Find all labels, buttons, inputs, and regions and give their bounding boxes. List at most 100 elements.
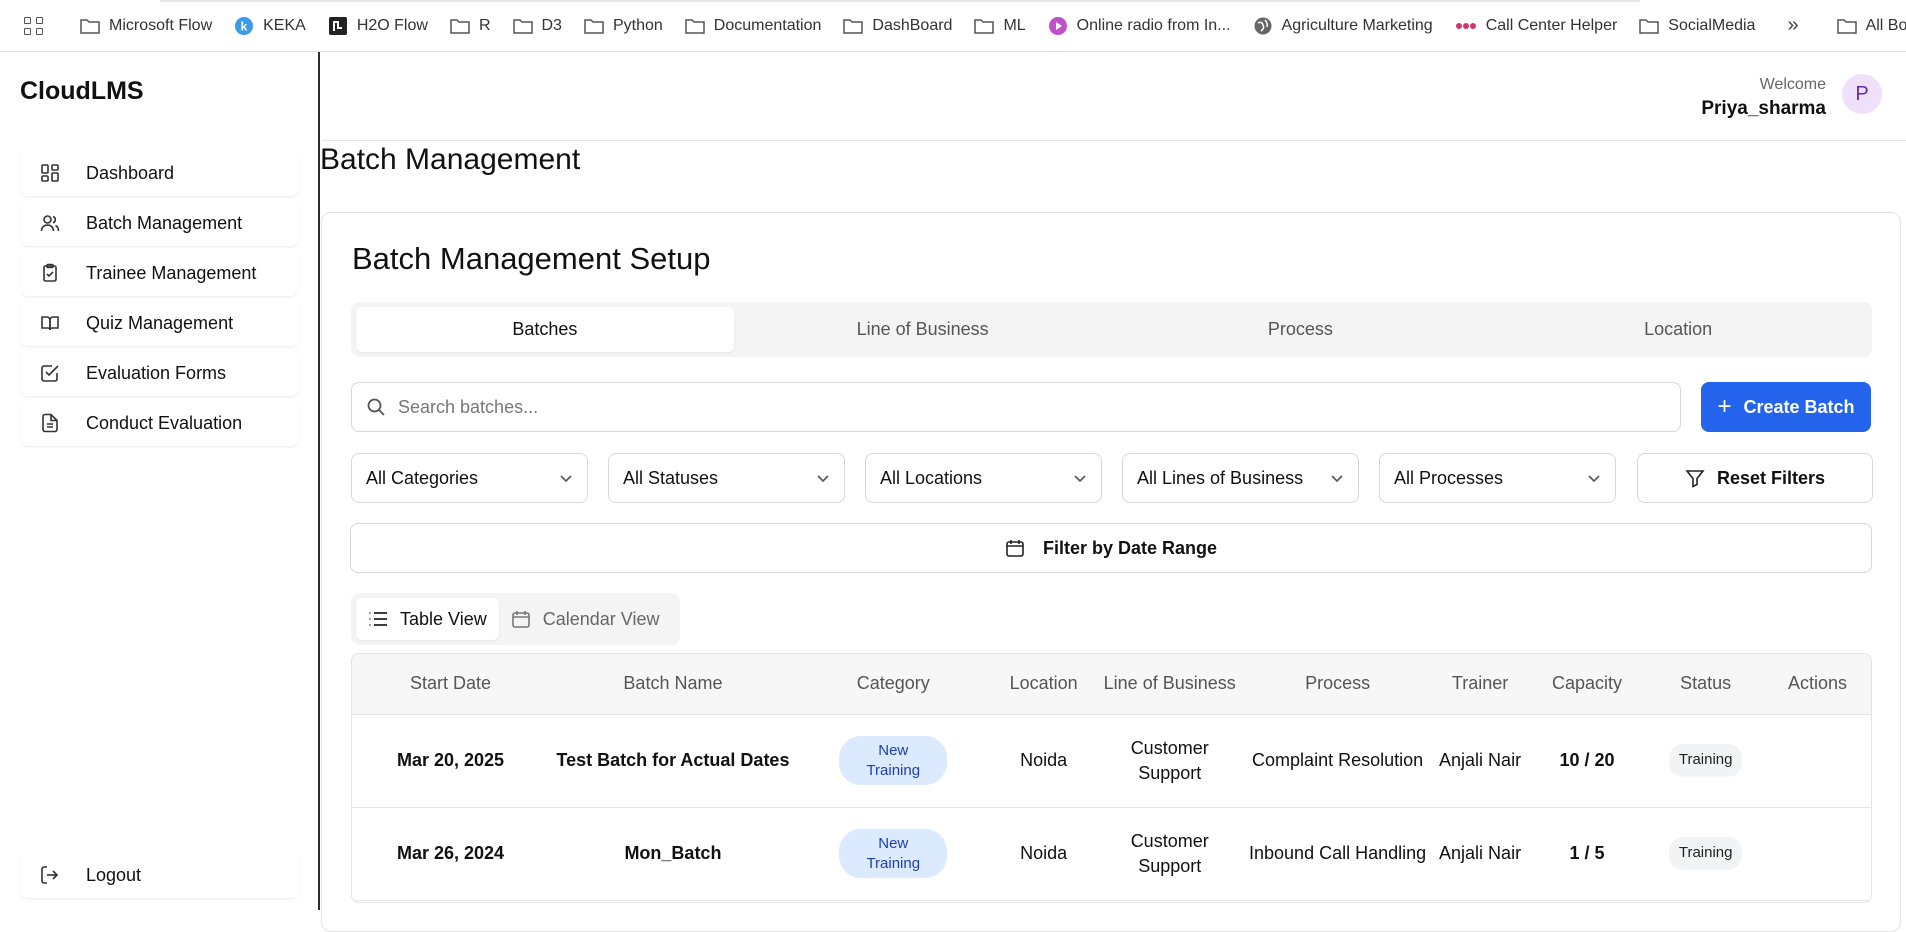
bookmark-call-center-helper[interactable]: Call Center Helper (1455, 16, 1617, 36)
bookmark-d3[interactable]: D3 (512, 16, 562, 35)
tab-batches[interactable]: Batches (356, 307, 734, 352)
folder-icon (1639, 18, 1660, 34)
location-cell: Noida (989, 714, 1098, 808)
select-value: All Locations (880, 467, 983, 488)
column-header[interactable]: Start Date (352, 654, 550, 715)
svg-text:k: k (241, 19, 248, 33)
lob-filter-select[interactable]: All Lines of Business (1122, 453, 1359, 503)
bookmark-label: Documentation (713, 16, 822, 34)
reset-filters-button[interactable]: Reset Filters (1637, 453, 1873, 503)
column-header[interactable]: Location (989, 654, 1098, 715)
sidebar-item-label: Conduct Evaluation (86, 412, 243, 433)
column-header[interactable]: Trainer (1433, 654, 1527, 715)
bookmark-socialmedia[interactable]: SocialMedia (1639, 17, 1755, 35)
column-header[interactable]: Batch Name (549, 654, 797, 715)
tab-process[interactable]: Process (1112, 307, 1490, 352)
globe-icon (1253, 16, 1273, 36)
category-cell: New Training (796, 714, 990, 808)
bookmark-label: R (478, 16, 491, 34)
avatar[interactable]: P (1842, 74, 1882, 114)
table-row[interactable]: Mar 20, 2025 Test Batch for Actual Dates… (352, 714, 1871, 808)
status-cell: Training (1647, 714, 1764, 808)
select-value: All Processes (1394, 467, 1504, 488)
logout-button[interactable]: Logout (20, 852, 299, 898)
category-badge: New Training (839, 736, 948, 785)
column-header[interactable]: Line of Business (1097, 654, 1242, 715)
sidebar-item-batch-management[interactable]: Batch Management (20, 200, 299, 246)
tab-line-of-business[interactable]: Line of Business (734, 307, 1112, 352)
folder-icon (1836, 18, 1857, 34)
process-filter-select[interactable]: All Processes (1379, 453, 1616, 503)
folder-icon (685, 18, 705, 34)
column-header[interactable]: Category (796, 654, 990, 715)
lob-cell: Customer Support (1097, 807, 1242, 901)
actions-cell[interactable] (1763, 714, 1871, 808)
all-bookmarks[interactable]: All Bookmarks (1836, 17, 1906, 35)
bookmark-h2o-flow[interactable]: H2O Flow (328, 16, 428, 36)
sidebar-nav: Dashboard Batch Management Trainee Manag… (20, 150, 299, 450)
bookmark-keka[interactable]: k KEKA (234, 16, 306, 36)
chevron-down-icon (1587, 468, 1601, 489)
clipboard-icon (40, 263, 64, 283)
status-filter-select[interactable]: All Statuses (608, 453, 845, 503)
h2o-icon (328, 16, 348, 36)
view-toggle: Table View Calendar View (351, 593, 680, 645)
search-icon (366, 397, 386, 417)
table-row[interactable]: Mar 26, 2024 Mon_Batch New Training Noid… (352, 807, 1871, 901)
apps-grid-icon[interactable] (20, 13, 46, 39)
dashboard-icon (40, 163, 64, 183)
sidebar-item-trainee-management[interactable]: Trainee Management (20, 250, 299, 296)
column-header[interactable]: Capacity (1526, 654, 1648, 715)
bookmark-dashboard[interactable]: DashBoard (843, 17, 952, 35)
bookmark-label: DashBoard (872, 16, 953, 34)
batches-table: Start Date Batch Name Category Location … (351, 653, 1872, 903)
table-view-label: Table View (400, 608, 487, 629)
lob-cell: Customer Support (1097, 714, 1242, 808)
create-batch-button[interactable]: + Create Batch (1701, 382, 1871, 432)
bookmark-label: KEKA (263, 16, 306, 34)
sidebar-item-label: Batch Management (86, 212, 243, 233)
sidebar-item-evaluation-forms[interactable]: Evaluation Forms (20, 350, 299, 396)
sidebar-item-label: Dashboard (86, 162, 175, 183)
category-filter-select[interactable]: All Categories (351, 453, 588, 503)
bookmark-label: SocialMedia (1668, 16, 1756, 34)
column-header[interactable]: Process (1241, 654, 1434, 715)
table-view-button[interactable]: Table View (356, 598, 499, 640)
tab-location[interactable]: Location (1489, 307, 1867, 352)
bookmark-label: D3 (541, 16, 562, 34)
folder-icon (843, 18, 864, 34)
status-cell: Training (1647, 807, 1764, 901)
capacity-cell: 1 / 5 (1526, 807, 1648, 901)
sidebar-item-dashboard[interactable]: Dashboard (20, 150, 299, 196)
location-filter-select[interactable]: All Locations (865, 453, 1102, 503)
sidebar-item-label: Trainee Management (86, 262, 257, 283)
bookmark-python[interactable]: Python (584, 17, 663, 35)
status-badge: Training (1668, 837, 1743, 870)
bookmark-r[interactable]: R (450, 17, 491, 35)
search-input[interactable] (398, 396, 1658, 418)
create-batch-label: Create Batch (1743, 396, 1855, 417)
logout-icon (40, 865, 64, 885)
calendar-view-button[interactable]: Calendar View (499, 598, 672, 640)
calendar-view-label: Calendar View (542, 608, 660, 629)
column-header[interactable]: Status (1647, 654, 1764, 715)
actions-cell[interactable] (1763, 807, 1871, 901)
sidebar-item-conduct-evaluation[interactable]: Conduct Evaluation (20, 400, 299, 446)
date-range-filter-button[interactable]: Filter by Date Range (350, 523, 1872, 573)
more-bookmarks-button[interactable]: » (1787, 14, 1798, 37)
users-icon (40, 213, 64, 233)
filter-icon (1685, 468, 1705, 488)
bookmark-microsoft-flow[interactable]: Microsoft Flow (80, 17, 212, 35)
trainer-cell: Anjali Nair (1433, 714, 1527, 808)
plus-icon: + (1717, 393, 1732, 420)
bookmark-agriculture-marketing[interactable]: Agriculture Marketing (1253, 16, 1433, 36)
card-title: Batch Management Setup (352, 241, 711, 276)
bookmark-documentation[interactable]: Documentation (685, 16, 822, 35)
capacity-cell: 10 / 20 (1526, 714, 1648, 808)
bookmark-online-radio[interactable]: Online radio from In... (1048, 16, 1231, 36)
batch-name-cell: Mon_Batch (549, 807, 797, 901)
radio-icon (1048, 16, 1068, 36)
tab-strip-edge (160, 0, 1640, 2)
bookmark-ml[interactable]: ML (974, 17, 1026, 35)
sidebar-item-quiz-management[interactable]: Quiz Management (20, 300, 299, 346)
